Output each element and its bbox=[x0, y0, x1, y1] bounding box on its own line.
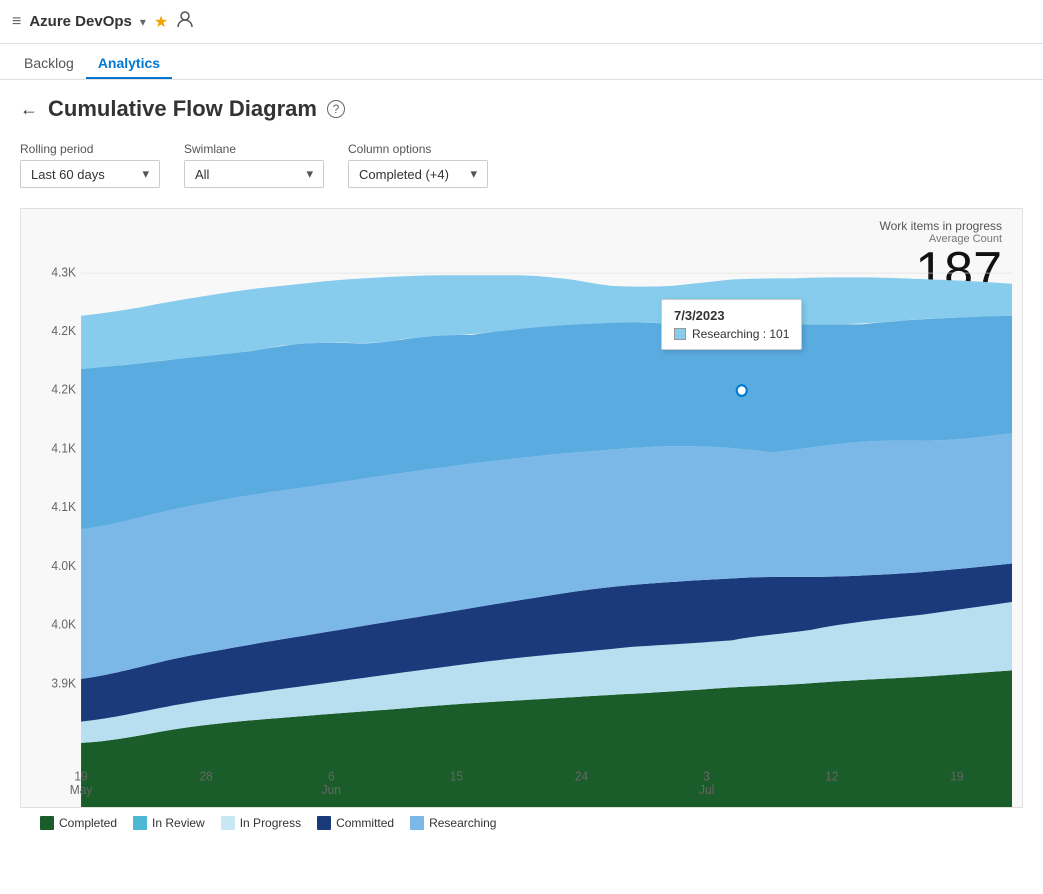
svg-text:6: 6 bbox=[328, 769, 335, 783]
menu-icon[interactable]: ≡ bbox=[12, 13, 21, 31]
svg-text:3: 3 bbox=[703, 769, 710, 783]
nav-tabs: Backlog Analytics bbox=[0, 44, 1043, 80]
chart-container: Work items in progress Average Count 187… bbox=[20, 208, 1023, 808]
rolling-period-value: Last 60 days bbox=[31, 167, 105, 182]
tooltip-date: 7/3/2023 bbox=[674, 308, 789, 323]
legend-swatch-researching bbox=[410, 816, 424, 830]
top-bar: ≡ Azure DevOps ▾ ★ bbox=[0, 0, 1043, 44]
column-options-value: Completed (+4) bbox=[359, 167, 449, 182]
column-options-chevron-icon: ▾ bbox=[470, 166, 477, 182]
rolling-period-chevron-icon: ▾ bbox=[142, 166, 149, 182]
chart-tooltip: 7/3/2023 Researching : 101 bbox=[661, 299, 802, 350]
svg-text:15: 15 bbox=[450, 769, 463, 783]
svg-text:3.9K: 3.9K bbox=[51, 676, 76, 690]
svg-text:19: 19 bbox=[950, 769, 963, 783]
app-chevron-icon[interactable]: ▾ bbox=[140, 15, 146, 29]
user-icon[interactable] bbox=[176, 10, 194, 33]
legend-swatch-in-review bbox=[133, 816, 147, 830]
legend-label-researching: Researching bbox=[429, 816, 496, 830]
svg-text:Jun: Jun bbox=[322, 783, 341, 797]
column-options-label: Column options bbox=[348, 142, 488, 156]
page-title: Cumulative Flow Diagram bbox=[48, 96, 317, 122]
svg-text:Jul: Jul bbox=[699, 783, 714, 797]
rolling-period-select[interactable]: Last 60 days ▾ bbox=[20, 160, 160, 188]
column-options-filter: Column options Completed (+4) ▾ bbox=[348, 142, 488, 188]
tooltip-item: Researching : 101 bbox=[674, 327, 789, 341]
legend-item-committed: Committed bbox=[317, 816, 394, 830]
svg-text:4.0K: 4.0K bbox=[51, 559, 76, 573]
svg-text:4.2K: 4.2K bbox=[51, 382, 76, 396]
svg-text:28: 28 bbox=[200, 769, 213, 783]
legend-label-completed: Completed bbox=[59, 816, 117, 830]
chart-legend: Completed In Review In Progress Committe… bbox=[20, 808, 1023, 838]
tab-backlog[interactable]: Backlog bbox=[12, 49, 86, 79]
tooltip-color-swatch bbox=[674, 328, 686, 340]
app-title: Azure DevOps bbox=[29, 13, 132, 30]
svg-text:4.1K: 4.1K bbox=[51, 500, 76, 514]
legend-item-in-review: In Review bbox=[133, 816, 205, 830]
svg-text:24: 24 bbox=[575, 769, 588, 783]
legend-swatch-completed bbox=[40, 816, 54, 830]
svg-text:4.0K: 4.0K bbox=[51, 617, 76, 631]
swimlane-filter: Swimlane All ▾ bbox=[184, 142, 324, 188]
legend-item-in-progress: In Progress bbox=[221, 816, 301, 830]
legend-swatch-in-progress bbox=[221, 816, 235, 830]
legend-label-in-review: In Review bbox=[152, 816, 205, 830]
rolling-period-filter: Rolling period Last 60 days ▾ bbox=[20, 142, 160, 188]
chart-svg: 4.3K 4.2K 4.2K 4.1K 4.1K 4.0K 4.0K 3.9K bbox=[21, 209, 1022, 807]
legend-label-committed: Committed bbox=[336, 816, 394, 830]
legend-swatch-committed bbox=[317, 816, 331, 830]
rolling-period-label: Rolling period bbox=[20, 142, 160, 156]
help-icon[interactable]: ? bbox=[327, 100, 345, 118]
page-content: ← Cumulative Flow Diagram ? Rolling peri… bbox=[0, 80, 1043, 854]
filters-row: Rolling period Last 60 days ▾ Swimlane A… bbox=[20, 142, 1023, 188]
legend-item-completed: Completed bbox=[40, 816, 117, 830]
legend-label-in-progress: In Progress bbox=[240, 816, 301, 830]
swimlane-select[interactable]: All ▾ bbox=[184, 160, 324, 188]
legend-item-researching: Researching bbox=[410, 816, 496, 830]
swimlane-label: Swimlane bbox=[184, 142, 324, 156]
page-header: ← Cumulative Flow Diagram ? bbox=[20, 96, 1023, 122]
column-options-select[interactable]: Completed (+4) ▾ bbox=[348, 160, 488, 188]
tab-analytics[interactable]: Analytics bbox=[86, 49, 172, 79]
svg-text:May: May bbox=[70, 783, 93, 797]
swimlane-value: All bbox=[195, 167, 209, 182]
svg-text:12: 12 bbox=[825, 769, 838, 783]
favorite-icon[interactable]: ★ bbox=[154, 12, 168, 32]
svg-text:19: 19 bbox=[74, 769, 87, 783]
svg-text:4.1K: 4.1K bbox=[51, 441, 76, 455]
svg-text:4.3K: 4.3K bbox=[51, 265, 76, 279]
tooltip-series: Researching : 101 bbox=[692, 327, 789, 341]
swimlane-chevron-icon: ▾ bbox=[306, 166, 313, 182]
svg-text:4.2K: 4.2K bbox=[51, 324, 76, 338]
back-button[interactable]: ← bbox=[20, 99, 38, 120]
